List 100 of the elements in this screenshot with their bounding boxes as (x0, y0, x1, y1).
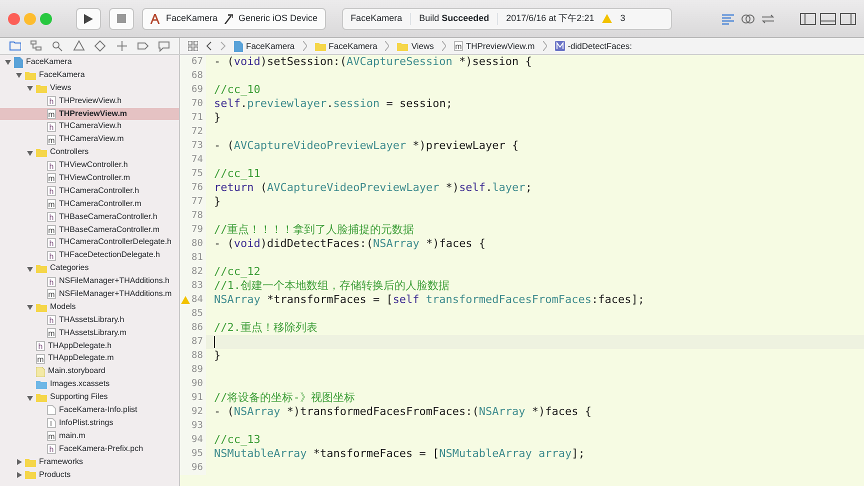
source-file-icon: m (47, 431, 56, 442)
file-tree-item[interactable]: FaceKamera-Info.plist (0, 404, 179, 417)
search-icon[interactable] (51, 40, 64, 52)
file-tree-item[interactable]: m THAppDelegate.m (0, 352, 179, 366)
file-tree-item[interactable]: h THAssetsLibrary.h (0, 314, 179, 327)
file-tree-item[interactable]: Models (0, 300, 179, 314)
disclosure-triangle-icon[interactable] (27, 394, 33, 401)
source-file-icon: m (47, 289, 56, 300)
file-tree-item[interactable]: Main.storyboard (0, 365, 179, 378)
line-number: 76 (192, 182, 203, 193)
assistant-editor-icon[interactable] (740, 12, 756, 24)
line-number: 69 (192, 84, 203, 95)
file-tree-item[interactable]: FaceKamera (0, 68, 179, 82)
line-number: 83 (192, 280, 203, 291)
chevron-icon (442, 41, 446, 51)
file-tree-item[interactable]: Products (0, 468, 179, 482)
device-selector[interactable]: Generic iOS Device (238, 12, 318, 26)
header-file-icon: h (47, 212, 56, 222)
run-button[interactable] (76, 8, 101, 30)
code-line: //重点！！！！拿到了人脸捕捉的元数据 (214, 223, 414, 237)
header-file-icon: h (47, 276, 56, 287)
file-tree-item[interactable]: h FaceKamera-Prefix.pch (0, 442, 179, 456)
diamond-icon[interactable] (94, 40, 106, 52)
code-line: //2.重点！移除列表 (214, 321, 318, 335)
folder-icon[interactable] (8, 40, 21, 52)
file-tree-item[interactable]: m THCameraController.m (0, 198, 179, 211)
method-icon (554, 41, 565, 51)
breadcrumb-item[interactable]: FaceKamera (234, 40, 295, 52)
file-tree-item[interactable]: h THViewController.h (0, 159, 179, 172)
source-file-icon: m (47, 109, 56, 119)
file-tree-item[interactable]: h THFaceDetectionDelegate.h (0, 249, 179, 262)
file-tree-item[interactable]: m THCameraView.m (0, 133, 179, 146)
breadcrumb-item[interactable]: FaceKamera (314, 40, 378, 52)
breakpoint-icon[interactable] (136, 40, 149, 52)
disclosure-triangle-icon[interactable] (27, 266, 33, 272)
file-tree-item[interactable]: h THCameraControllerDelegate.h (0, 236, 179, 250)
stop-button[interactable] (109, 8, 134, 30)
file-tree-item[interactable]: FaceKamera (0, 56, 179, 69)
source-file-icon: m (47, 173, 56, 184)
file-tree-item[interactable]: Images.xcassets (0, 378, 179, 392)
disclosure-triangle-icon[interactable] (16, 459, 22, 466)
breadcrumb-item[interactable]: m THPreviewView.m (454, 40, 535, 52)
file-tree-item[interactable]: h THCameraView.h (0, 120, 179, 134)
file-tree-item[interactable]: Categories (0, 262, 179, 276)
line-number: 96 (192, 462, 203, 473)
right-panel-icon[interactable] (840, 12, 856, 24)
code-line: } (214, 111, 221, 125)
warning-icon[interactable] (72, 40, 85, 52)
line-number: 79 (192, 224, 203, 235)
file-tree-item[interactable]: h NSFileManager+THAdditions.h (0, 275, 179, 288)
file-tree-item[interactable]: InfoPlist.strings (0, 416, 179, 430)
back-icon[interactable] (206, 41, 212, 51)
version-editor-icon[interactable] (760, 12, 776, 24)
folder-icon (36, 84, 47, 93)
file-tree-item[interactable]: m THPreviewView.m (0, 108, 179, 120)
file-tree-item[interactable]: m NSFileManager+THAdditions.m (0, 288, 179, 301)
file-tree-item[interactable]: h THPreviewView.h (0, 94, 179, 108)
file-tree-item[interactable]: h THAppDelegate.h (0, 340, 179, 352)
file-tree-item[interactable]: h THBaseCameraController.h (0, 210, 179, 224)
disclosure-triangle-icon[interactable] (16, 72, 22, 78)
standard-editor-icon[interactable] (720, 12, 736, 24)
asset-folder-icon (36, 380, 47, 390)
folder-icon (397, 42, 408, 50)
file-tree-item[interactable]: m THViewController.m (0, 172, 179, 185)
file-tree-item[interactable]: m THBaseCameraController.m (0, 224, 179, 236)
disclosure-triangle-icon[interactable] (27, 304, 33, 310)
project-file-icon (14, 56, 23, 68)
header-file-icon: h (47, 186, 56, 196)
file-tree-item[interactable]: Controllers (0, 146, 179, 160)
scheme-selector[interactable]: FaceKamera (166, 12, 218, 26)
disclosure-triangle-icon[interactable] (5, 59, 11, 66)
disclosure-triangle-icon[interactable] (27, 85, 33, 92)
code-line: //cc_10 (214, 83, 260, 97)
window-control-button[interactable] (8, 12, 20, 24)
line-number: 78 (192, 210, 203, 221)
debug-icon[interactable] (116, 40, 128, 52)
file-tree-item[interactable]: Frameworks (0, 456, 179, 468)
report-icon[interactable] (158, 40, 170, 52)
file-tree-item[interactable]: m THAssetsLibrary.m (0, 326, 179, 340)
header-file-icon: h (47, 238, 56, 248)
project-file-icon (234, 40, 243, 52)
line-number: 73 (192, 140, 203, 151)
bottom-panel-icon[interactable] (820, 12, 836, 24)
file-tree-item[interactable]: m main.m (0, 430, 179, 443)
app-icon (150, 14, 160, 24)
disclosure-triangle-icon[interactable] (27, 150, 33, 156)
hierarchy-icon[interactable] (30, 40, 42, 52)
source-file-icon: m (47, 328, 56, 338)
source-file-icon: m (47, 225, 56, 236)
file-tree-item[interactable]: h THCameraController.h (0, 184, 179, 198)
file-tree-item[interactable]: Views (0, 82, 179, 95)
file-tree-item[interactable]: Supporting Files (0, 391, 179, 404)
warning-icon (602, 14, 612, 23)
breadcrumb-item[interactable]: -didDetectFaces: (554, 40, 632, 52)
grid-icon[interactable] (188, 41, 198, 51)
source-file-icon: m (47, 134, 56, 145)
breadcrumb-item[interactable]: Views (397, 40, 434, 52)
code-line: NSArray *transformFaces = [self transformedFacesFromFaces:faces]; (214, 293, 644, 307)
left-panel-icon[interactable] (800, 12, 816, 24)
disclosure-triangle-icon[interactable] (16, 472, 22, 478)
